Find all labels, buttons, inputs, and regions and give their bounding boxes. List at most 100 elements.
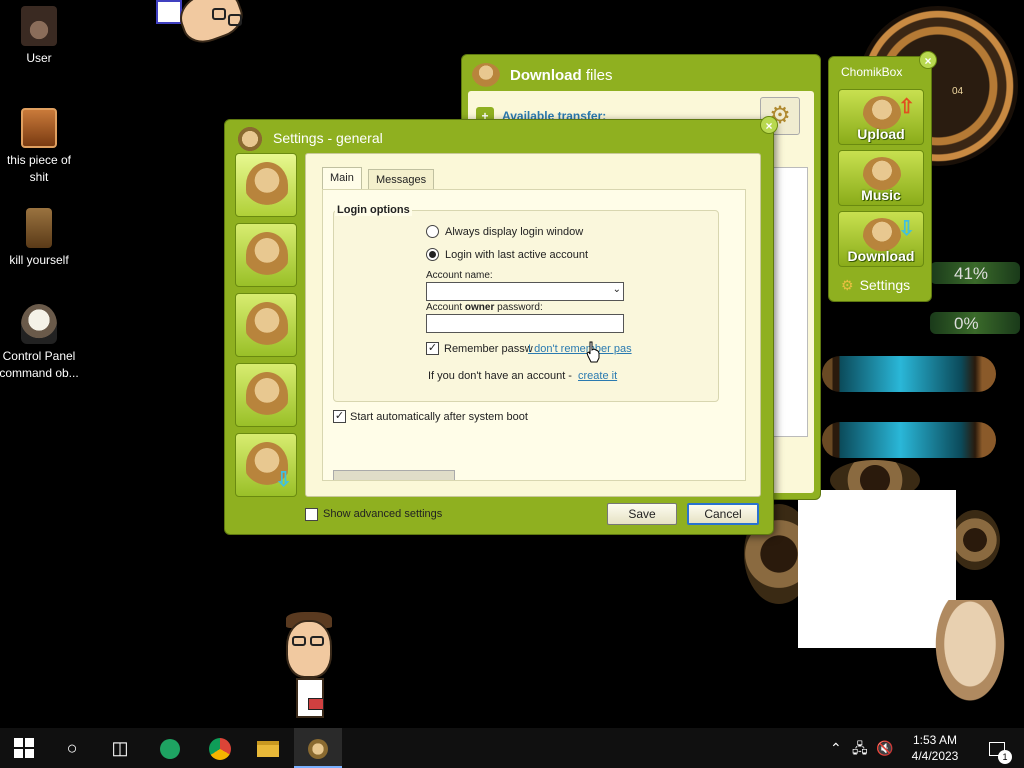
scroll-up-icon[interactable]: ▲ — [745, 192, 746, 202]
glasses-icon — [292, 636, 306, 646]
chevron-down-icon[interactable]: ⌄ — [613, 284, 621, 295]
gopher-decoration — [930, 600, 1010, 710]
hamster-icon — [246, 162, 288, 208]
arrow-down-icon: ⇩ — [275, 469, 292, 491]
arrow-down-icon: ⇩ — [898, 218, 915, 240]
desktop-icon-user[interactable]: User — [0, 6, 79, 67]
hand-cursor-icon — [586, 341, 600, 363]
save-button[interactable]: Save — [607, 503, 677, 525]
cancel-button[interactable]: Cancel — [687, 503, 759, 525]
recycle-bin-icon — [26, 208, 52, 248]
computer-icon — [21, 108, 57, 148]
show-advanced-checkbox[interactable] — [305, 508, 318, 521]
partially-visible-button[interactable] — [333, 470, 455, 480]
settings-title: Settings - general — [273, 130, 383, 146]
percent-bottom: 0% — [954, 314, 979, 333]
sidebar-item-music[interactable] — [235, 363, 297, 427]
settings-label: Settings — [859, 277, 911, 293]
network-icon[interactable]: 🖧 — [852, 728, 868, 768]
clock-time: 1:53 AM — [912, 733, 958, 747]
sidebar-item-general[interactable] — [235, 153, 297, 217]
notification-count: 1 — [998, 750, 1012, 764]
remember-password-checkbox[interactable]: ✓ — [426, 342, 439, 355]
create-account-link[interactable]: create it — [578, 370, 617, 382]
sheets-app-icon[interactable] — [146, 728, 194, 768]
hamster-icon — [246, 302, 288, 348]
hamster-icon — [863, 96, 901, 130]
glasses-icon — [212, 8, 226, 20]
chrome-icon[interactable] — [196, 728, 244, 768]
windows-logo-icon — [14, 738, 34, 758]
radio-last-account-label: Login with last active account — [445, 249, 589, 261]
chomikbox-title: ChomikBox — [841, 65, 903, 79]
settings-content: Main Messages Login options Always displ… — [305, 153, 761, 497]
vertical-scrollbar[interactable]: ▲ ▼ — [745, 192, 746, 480]
sidebar-item-appearance[interactable] — [235, 223, 297, 287]
forgot-password-link[interactable]: I don't remember pas — [528, 343, 632, 355]
tab-messages[interactable]: Messages — [368, 169, 435, 189]
download-window-title: Download files — [510, 67, 613, 84]
chomikbox-settings-link[interactable]: ⚙ Settings — [841, 277, 910, 294]
sidebar-item-account[interactable] — [235, 293, 297, 357]
scroll-down-icon[interactable]: ▼ — [745, 467, 746, 477]
chomikbox-taskbar-icon[interactable] — [294, 728, 342, 768]
notification-center-icon[interactable]: 1 — [984, 728, 1012, 768]
user-folder-icon — [21, 6, 57, 46]
upload-label: Upload — [857, 126, 905, 142]
clock-number: 04 — [952, 86, 964, 97]
download-list[interactable] — [768, 167, 808, 437]
taskbar: ○ ◫ ⌃ 🖧 🔇 1:53 AM 4/4/2023 1 — [0, 728, 1024, 768]
radio-always-display[interactable] — [426, 225, 439, 238]
start-automatically-checkbox[interactable]: ✓ — [333, 410, 346, 423]
radio-always-display-label: Always display login window — [445, 226, 584, 238]
file-explorer-icon[interactable] — [244, 728, 292, 768]
start-automatically-label: Start automatically after system boot — [350, 411, 528, 423]
gear-decoration — [950, 510, 1000, 570]
tab-main[interactable]: Main — [322, 167, 362, 189]
download-label: Download — [847, 248, 915, 264]
show-advanced-label: Show advanced settings — [323, 508, 443, 520]
chomikbox-panel: ChomikBox × ⇧ Upload Music ⇩ Download ⚙ S… — [828, 51, 937, 302]
desktop-icon-label: Control Panel command ob... — [0, 349, 79, 380]
password-label: Account owner password: — [426, 302, 543, 313]
cartoon-collar — [156, 0, 182, 24]
search-circle-icon[interactable]: ○ — [48, 728, 96, 768]
sidebar-item-download[interactable]: ⇩ — [235, 433, 297, 497]
volume-muted-icon[interactable]: 🔇 — [876, 728, 893, 768]
no-account-text: If you don't have an account - — [428, 370, 572, 382]
taskbar-clock[interactable]: 1:53 AM 4/4/2023 — [892, 732, 978, 764]
clock-date: 4/4/2023 — [911, 749, 959, 763]
desktop-icon-label: this piece of shit — [6, 153, 72, 184]
desktop-icon-piece[interactable]: this piece of shit — [0, 108, 79, 186]
main-pane: Login options Always display login windo… — [322, 189, 746, 481]
close-icon[interactable]: × — [760, 116, 778, 134]
hamster-headphones-icon — [863, 157, 901, 191]
desktop-icon-kill[interactable]: kill yourself — [0, 208, 79, 269]
desktop-icon-control-panel[interactable]: Control Panel command ob... — [0, 304, 79, 382]
cartoon-prop — [308, 698, 324, 710]
blue-tube-top — [822, 356, 996, 392]
task-view-icon[interactable]: ◫ — [96, 728, 144, 768]
chomik-logo-icon — [472, 63, 500, 87]
chevron-up-icon[interactable]: ⌃ — [830, 728, 842, 768]
settings-dialog: Settings - general × ⇩ Main Messages Log… — [224, 116, 778, 535]
remember-password-label: Remember passw — [444, 343, 533, 355]
music-button[interactable]: Music — [838, 150, 924, 206]
desktop-icon-label: User — [26, 51, 52, 65]
music-label: Music — [861, 187, 901, 203]
chomik-logo-icon — [235, 126, 265, 152]
upload-button[interactable]: ⇧ Upload — [838, 89, 924, 145]
download-button[interactable]: ⇩ Download — [838, 211, 924, 267]
account-name-combo[interactable]: ⌄ — [426, 282, 624, 301]
hamster-icon — [863, 218, 901, 252]
glasses-icon — [228, 14, 242, 26]
password-field[interactable] — [426, 314, 624, 333]
close-icon[interactable]: × — [919, 51, 937, 69]
radio-last-account[interactable] — [426, 248, 439, 261]
desktop-icon-label: kill yourself — [9, 253, 69, 267]
hamster-palette-icon — [246, 232, 288, 278]
cartoon-face — [286, 620, 332, 678]
start-button[interactable] — [0, 728, 48, 768]
login-options-legend: Login options — [335, 204, 412, 216]
hamster-headphones-icon — [246, 372, 288, 418]
